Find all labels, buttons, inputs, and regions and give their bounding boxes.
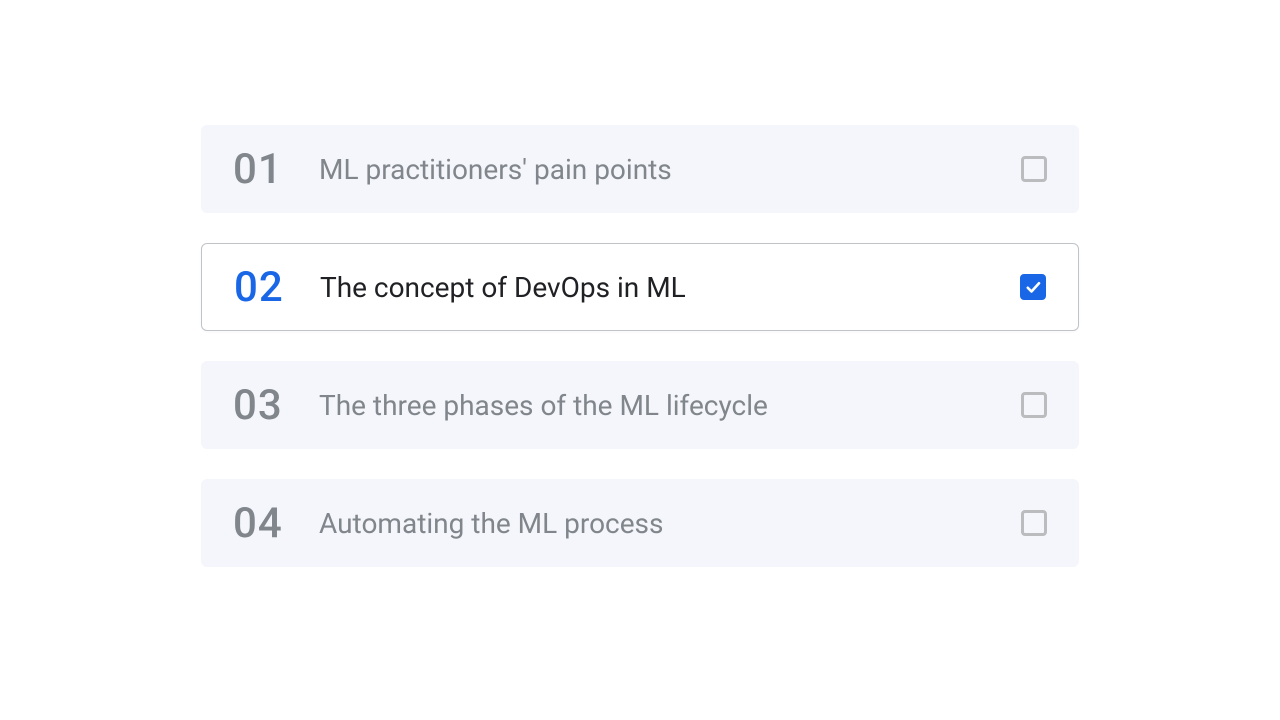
- topic-list: 01 ML practitioners' pain points 02 The …: [201, 125, 1079, 567]
- topic-item-03[interactable]: 03 The three phases of the ML lifecycle: [201, 361, 1079, 449]
- topic-label: ML practitioners' pain points: [319, 153, 1021, 186]
- checkbox-icon: [1021, 156, 1047, 182]
- topic-number: 02: [234, 263, 320, 312]
- checkbox-icon: [1021, 510, 1047, 536]
- topic-item-02[interactable]: 02 The concept of DevOps in ML: [201, 243, 1079, 331]
- checkbox-checked-icon: [1020, 274, 1046, 300]
- topic-number: 03: [233, 381, 319, 430]
- topic-number: 01: [233, 145, 319, 194]
- topic-label: The three phases of the ML lifecycle: [319, 389, 1021, 422]
- topic-label: The concept of DevOps in ML: [320, 271, 1020, 304]
- checkbox-icon: [1021, 392, 1047, 418]
- topic-item-04[interactable]: 04 Automating the ML process: [201, 479, 1079, 567]
- topic-label: Automating the ML process: [319, 507, 1021, 540]
- topic-number: 04: [233, 499, 319, 548]
- topic-item-01[interactable]: 01 ML practitioners' pain points: [201, 125, 1079, 213]
